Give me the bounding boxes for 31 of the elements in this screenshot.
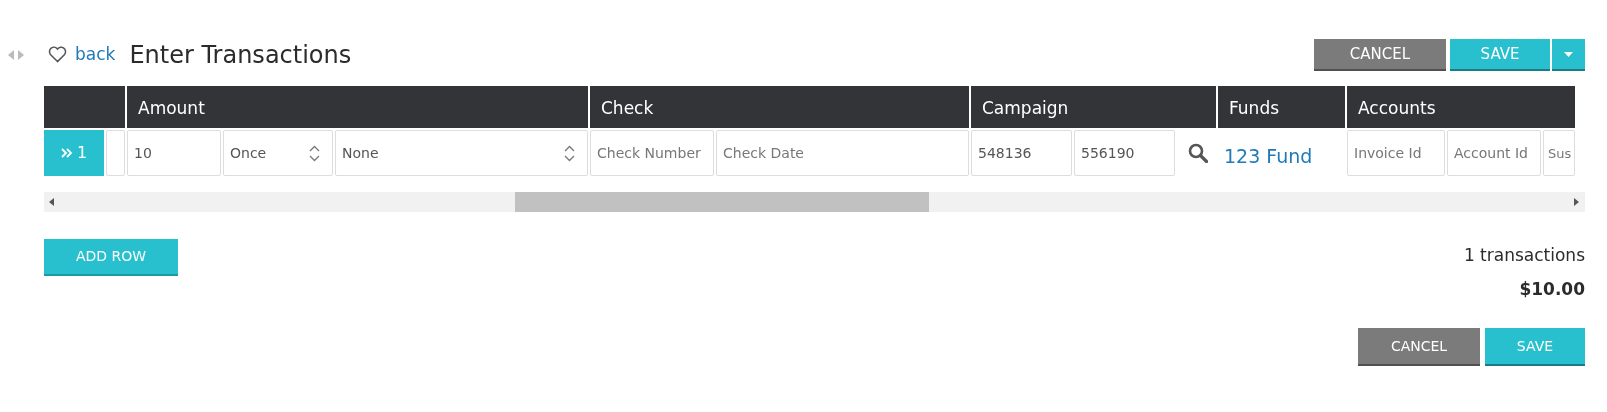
table-cell	[106, 130, 125, 176]
column-header: Check	[590, 86, 969, 128]
transaction-count: 1 transactions	[1463, 244, 1585, 267]
input-field[interactable]: 548136	[971, 130, 1072, 176]
heart-icon[interactable]	[48, 46, 67, 64]
back-link[interactable]: back	[75, 42, 116, 68]
dropdown-toggle[interactable]	[1552, 39, 1585, 71]
column-header: Funds	[1218, 86, 1345, 128]
input-field[interactable]: Invoice Id	[1347, 130, 1445, 176]
total-amount: $10.00	[1519, 277, 1585, 301]
input-field[interactable]: Check Date	[716, 130, 969, 176]
search-icon[interactable]	[1187, 143, 1208, 163]
scroll-left-icon[interactable]	[49, 198, 55, 206]
input-field[interactable]: 10	[127, 130, 221, 176]
scroll-right-icon[interactable]	[1573, 198, 1579, 206]
input-field[interactable]: Account Id	[1447, 130, 1541, 176]
input-field[interactable]: Sus	[1543, 130, 1575, 176]
select-field[interactable]: Once	[223, 130, 333, 176]
caret-icon	[1564, 51, 1573, 57]
select-field[interactable]: None	[335, 130, 588, 176]
column-header: Amount	[127, 86, 588, 128]
column-header: Accounts	[1347, 86, 1575, 128]
column-header: Campaign	[971, 86, 1216, 128]
cancel-button[interactable]: CANCEL	[1358, 328, 1480, 366]
cancel-button[interactable]: CANCEL	[1314, 39, 1446, 71]
fund-link[interactable]: 123 Fund	[1218, 130, 1345, 176]
up-down-icon	[309, 144, 320, 162]
page-title: Enter Transactions	[129, 40, 352, 70]
input-field[interactable]: 556190	[1074, 130, 1175, 176]
input-field[interactable]: Check Number	[590, 130, 714, 176]
up-down-icon	[564, 144, 575, 162]
